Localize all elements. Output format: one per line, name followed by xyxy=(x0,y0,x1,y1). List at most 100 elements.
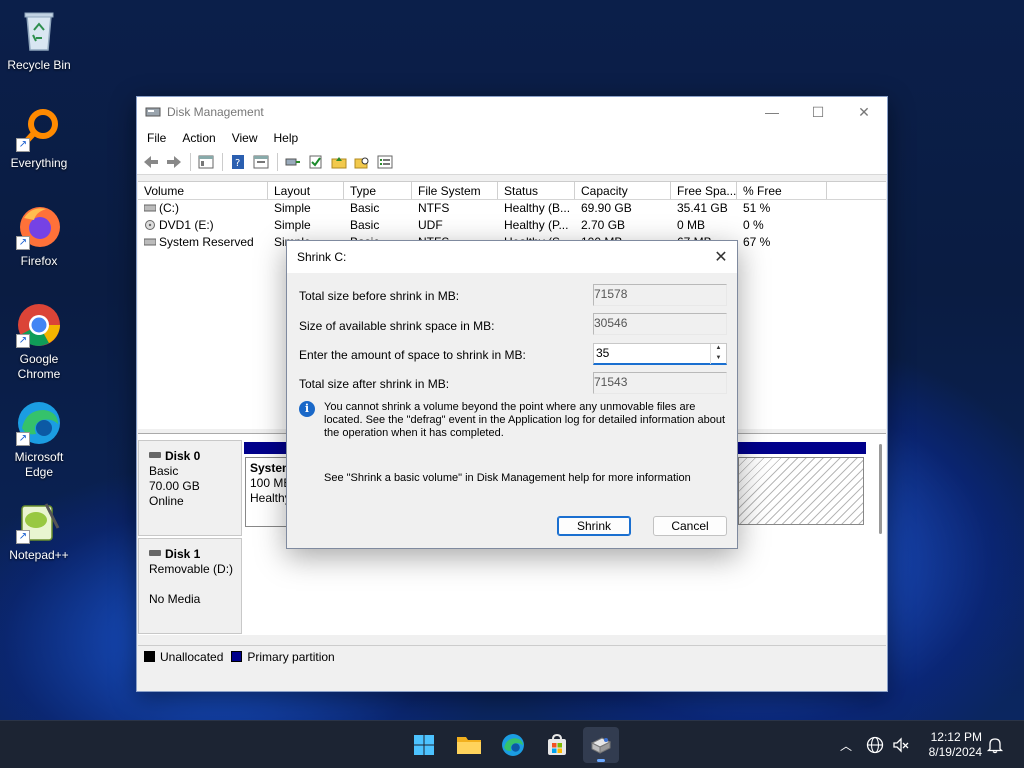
settings-list-button[interactable] xyxy=(375,153,395,171)
column-percent-free[interactable]: % Free xyxy=(737,182,827,199)
desktop-icon-recycle-bin[interactable]: Recycle Bin xyxy=(2,8,76,73)
info-icon: i xyxy=(299,401,315,417)
toolbar-separator xyxy=(222,152,223,171)
up-folder-button[interactable] xyxy=(329,153,349,171)
clock[interactable]: 12:12 PM 8/19/2024 xyxy=(929,730,982,760)
store-icon xyxy=(548,734,566,755)
vertical-scrollbar[interactable] xyxy=(879,444,882,534)
search-folder-button[interactable] xyxy=(352,153,372,171)
maximize-button[interactable]: ☐ xyxy=(795,97,841,127)
desktop-icon-edge[interactable]: ↗ Microsoft Edge xyxy=(2,400,76,480)
minimize-button[interactable]: — xyxy=(749,97,795,127)
back-button[interactable] xyxy=(141,153,161,171)
edge-icon xyxy=(502,734,524,756)
show-hide-console-tree-button[interactable] xyxy=(196,153,216,171)
tray-volume[interactable] xyxy=(892,721,910,768)
desktop-icon-label: Notepad++ xyxy=(9,548,69,562)
desktop-icon-label: Firefox xyxy=(20,254,58,268)
total-after-field: 71543 xyxy=(593,372,727,394)
column-status[interactable]: Status xyxy=(498,182,575,199)
connect-button[interactable] xyxy=(283,153,303,171)
taskbar: ︿ 12:12 PM 8/19/2024 xyxy=(0,720,1024,768)
disk-management-taskbar-button[interactable] xyxy=(583,727,619,763)
properties-button[interactable] xyxy=(251,153,271,171)
column-capacity[interactable]: Capacity xyxy=(575,182,671,199)
partition-c-selected[interactable] xyxy=(738,457,864,525)
start-button[interactable] xyxy=(406,727,442,763)
console-tree-icon xyxy=(198,155,214,168)
table-row[interactable]: DVD1 (E:) Simple Basic UDF Healthy (P...… xyxy=(138,217,886,234)
column-file-system[interactable]: File System xyxy=(412,182,498,199)
spin-buttons: ▲ ▼ xyxy=(710,344,726,364)
checklist-icon xyxy=(309,155,322,168)
shortcut-arrow-icon: ↗ xyxy=(16,432,30,446)
disk-state: No Media xyxy=(149,592,201,606)
total-before-field: 71578 xyxy=(593,284,727,306)
desktop-icon-label: Microsoft Edge xyxy=(14,450,64,479)
fs-cell: UDF xyxy=(418,218,443,232)
desktop-icon-notepadpp[interactable]: ↗ Notepad++ xyxy=(2,498,76,563)
available-shrink-field: 30546 xyxy=(593,313,727,335)
notifications-button[interactable] xyxy=(986,721,1004,768)
partition-system-reserved[interactable]: System 100 MB Healthy xyxy=(245,457,287,527)
disk-size: 70.00 GB xyxy=(149,479,200,493)
dialog-close-button[interactable]: ✕ xyxy=(705,241,737,273)
percent-cell: 51 % xyxy=(743,201,771,215)
removable-disk-icon xyxy=(149,550,161,556)
dialog-titlebar[interactable]: Shrink C: ✕ xyxy=(287,241,737,273)
edge-taskbar-button[interactable] xyxy=(495,727,531,763)
volume-name: (C:) xyxy=(159,201,179,215)
minimize-icon: — xyxy=(765,104,779,120)
disk-type: Removable (D:) xyxy=(149,562,234,576)
volume-list-header: Volume Layout Type File System Status Ca… xyxy=(138,182,886,200)
tray-network[interactable] xyxy=(866,721,884,768)
forward-arrow-icon xyxy=(167,155,181,168)
menu-file[interactable]: File xyxy=(139,131,174,145)
type-cell: Basic xyxy=(350,201,380,215)
desktop-icon-label: Google Chrome xyxy=(17,352,61,381)
column-volume[interactable]: Volume xyxy=(138,182,268,199)
file-explorer-button[interactable] xyxy=(451,727,487,763)
partition-size: 100 MB xyxy=(250,476,286,490)
forward-button[interactable] xyxy=(164,153,184,171)
close-button[interactable]: ✕ xyxy=(841,97,887,127)
status-cell: Healthy (P... xyxy=(504,218,569,232)
edge-icon: ↗ xyxy=(16,400,62,446)
desktop-icon-firefox[interactable]: ↗ Firefox xyxy=(2,204,76,269)
shortcut-arrow-icon: ↗ xyxy=(16,138,30,152)
check-button[interactable] xyxy=(306,153,326,171)
column-type[interactable]: Type xyxy=(344,182,412,199)
window-controls: — ☐ ✕ xyxy=(749,97,887,127)
hard-disk-icon xyxy=(149,452,161,458)
store-button[interactable] xyxy=(539,727,575,763)
total-before-label: Total size before shrink in MB: xyxy=(299,289,460,303)
desktop-icon-everything[interactable]: ↗ Everything xyxy=(2,106,76,171)
shrink-button[interactable]: Shrink xyxy=(557,516,631,536)
table-row[interactable]: (C:) Simple Basic NTFS Healthy (B... 69.… xyxy=(138,200,886,217)
spin-up-button[interactable]: ▲ xyxy=(710,344,726,354)
cancel-button[interactable]: Cancel xyxy=(653,516,727,536)
show-hidden-icons-button[interactable]: ︿ xyxy=(836,737,856,754)
triangle-up-icon: ▲ xyxy=(715,345,722,351)
menu-view[interactable]: View xyxy=(224,131,266,145)
column-free-space[interactable]: Free Spa... xyxy=(671,182,737,199)
available-shrink-label: Size of available shrink space in MB: xyxy=(299,319,495,333)
column-layout[interactable]: Layout xyxy=(268,182,344,199)
close-icon: ✕ xyxy=(714,249,728,266)
spin-down-button[interactable]: ▼ xyxy=(710,354,726,364)
partition-bar-c xyxy=(738,442,866,454)
window-title: Disk Management xyxy=(167,105,264,119)
disk0-label[interactable]: Disk 0 Basic 70.00 GB Online xyxy=(138,440,242,536)
chevron-up-icon: ︿ xyxy=(839,738,852,753)
shrink-amount-input[interactable] xyxy=(594,344,708,362)
recycle-bin-icon xyxy=(16,8,62,54)
menu-help[interactable]: Help xyxy=(266,131,307,145)
menu-action[interactable]: Action xyxy=(174,131,223,145)
window-titlebar[interactable]: Disk Management — ☐ ✕ xyxy=(137,97,887,127)
disk1-label[interactable]: Disk 1 Removable (D:) No Media xyxy=(138,538,242,634)
free-cell: 0 MB xyxy=(677,218,706,232)
triangle-down-icon: ▼ xyxy=(715,355,722,361)
help-button[interactable]: ? xyxy=(228,153,248,171)
desktop-icon-chrome[interactable]: ↗ Google Chrome xyxy=(2,302,76,382)
globe-icon xyxy=(866,736,884,754)
